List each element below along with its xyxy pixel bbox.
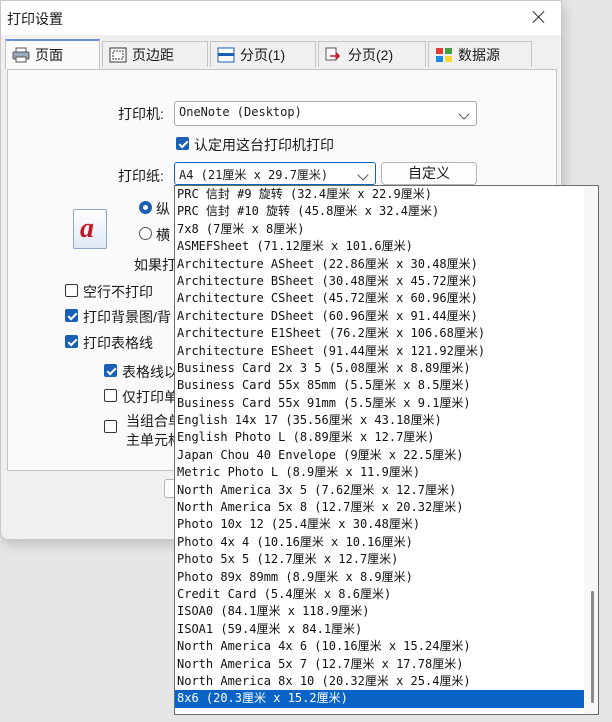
paper-option[interactable]: North America 5x 7 (12.7厘米 x 17.78厘米) [175,656,585,673]
tab-label: 页边距 [132,46,174,63]
tab-pagebreak-2[interactable]: 分页(2) [318,41,426,67]
paper-option[interactable]: English 14x 17 (35.56厘米 x 43.18厘米) [175,412,585,429]
paper-option[interactable]: Architecture ESheet (91.44厘米 x 121.92厘米) [175,343,585,360]
print-gridlines-label: 打印表格线 [83,335,153,351]
paper-option[interactable]: Architecture CSheet (45.72厘米 x 60.96厘米) [175,290,585,307]
close-button[interactable] [529,7,549,27]
tab-label: 页面 [35,47,63,63]
tab-label: 数据源 [458,46,500,63]
scrollbar-thumb[interactable] [591,591,594,703]
portrait-radio[interactable] [139,201,152,214]
print-only-checkbox[interactable] [104,389,117,402]
paper-value: A4 (21厘米 x 29.7厘米) [179,168,329,182]
paper-option[interactable]: North America 5x 8 (12.7厘米 x 20.32厘米) [175,499,585,516]
tab-pagebreak-1[interactable]: 分页(1) [210,41,316,67]
paper-option[interactable]: Metric Photo L (8.9厘米 x 11.9厘米) [175,464,585,481]
chevron-down-icon [357,169,369,181]
dropdown-scrollbar[interactable] [584,186,598,714]
margins-icon [109,47,127,63]
paper-size-dropdown[interactable]: PRC 信封 #9 旋转 (32.4厘米 x 22.9厘米) PRC 信封 #10… [174,185,599,715]
gridline-option-checkbox[interactable] [104,364,117,377]
paper-option[interactable]: Credit Card (5.4厘米 x 8.6厘米) [175,586,585,603]
printer-select[interactable]: OneNote (Desktop) [174,101,477,126]
if-text: 如果打 [134,257,176,273]
printer-icon [12,47,30,63]
orientation-glyph: a [80,213,94,244]
landscape-label: 横 [156,227,170,243]
page-split-icon [325,47,343,63]
paper-option[interactable]: Architecture ASheet (22.86厘米 x 30.48厘米) [175,256,585,273]
orientation-preview-icon: a [73,209,107,249]
print-gridlines-checkbox[interactable] [65,335,78,348]
paper-option[interactable]: English Photo L (8.89厘米 x 12.7厘米) [175,429,585,446]
print-background-label: 打印背景图/背 [83,309,171,325]
paper-option[interactable]: PRC 信封 #10 旋转 (45.8厘米 x 32.4厘米) [175,203,585,220]
portrait-label: 纵 [156,201,170,217]
paper-option[interactable]: North America 3x 5 (7.62厘米 x 12.7厘米) [175,482,585,499]
paper-option[interactable]: Japan Chou 40 Envelope (9厘米 x 22.5厘米) [175,447,585,464]
tab-page[interactable]: 页面 [5,39,100,69]
paper-option[interactable]: Photo 5x 5 (12.7厘米 x 12.7厘米) [175,551,585,568]
printer-value: OneNote (Desktop) [179,105,302,119]
printer-label: 打印机: [118,106,164,122]
paper-option[interactable]: Architecture DSheet (60.96厘米 x 91.44厘米) [175,308,585,325]
paper-option[interactable]: North America 8x 10 (20.32厘米 x 25.4厘米) [175,673,585,690]
gridline-option-label: 表格线以 [122,364,178,380]
tab-margins[interactable]: 页边距 [102,41,208,67]
tab-datasource[interactable]: 数据源 [428,41,532,67]
tab-label: 分页(2) [348,46,394,63]
dialog-title: 打印设置 [7,11,63,27]
skip-empty-rows-label: 空行不打印 [83,284,153,300]
paper-label: 打印纸: [118,168,164,184]
custom-paper-button[interactable]: 自定义 [381,162,477,185]
landscape-radio[interactable] [139,227,152,240]
paper-select[interactable]: A4 (21厘米 x 29.7厘米) [174,162,376,185]
paper-option[interactable]: ISOA0 (84.1厘米 x 118.9厘米) [175,603,585,620]
paper-option[interactable]: Photo 4x 4 (10.16厘米 x 10.16厘米) [175,534,585,551]
paper-option[interactable]: Architecture E1Sheet (76.2厘米 x 106.68厘米) [175,325,585,342]
paper-option[interactable]: Photo 10x 12 (25.4厘米 x 30.48厘米) [175,516,585,533]
paper-option[interactable]: North America 4x 6 (10.16厘米 x 15.24厘米) [175,638,585,655]
paper-option[interactable]: Architecture BSheet (30.48厘米 x 45.72厘米) [175,273,585,290]
print-background-checkbox[interactable] [65,309,78,322]
paper-option[interactable]: 8x6 (20.3厘米 x 15.2厘米) [175,690,585,708]
skip-empty-rows-checkbox[interactable] [65,284,78,297]
paper-option[interactable]: ISOA1 (59.4厘米 x 84.1厘米) [175,621,585,638]
paper-option[interactable]: Business Card 2x 3 5 (5.08厘米 x 8.89厘米) [175,360,585,377]
page-break-icon [217,47,235,63]
paper-size-list: PRC 信封 #9 旋转 (32.4厘米 x 22.9厘米) PRC 信封 #10… [175,186,585,708]
default-printer-label: 认定用这台打印机打印 [194,137,334,153]
paper-option[interactable]: PRC 信封 #9 旋转 (32.4厘米 x 22.9厘米) [175,186,585,203]
print-only-label: 仅打印单 [122,389,178,405]
paper-option[interactable]: Business Card 55x 85mm (5.5厘米 x 8.5厘米) [175,377,585,394]
paper-option[interactable]: 7x8 (7厘米 x 8厘米) [175,221,585,238]
datasource-icon [435,47,453,63]
paper-option[interactable]: Business Card 55x 91mm (5.5厘米 x 9.1厘米) [175,395,585,412]
title-bar: 打印设置 [1,1,561,35]
chevron-down-icon [458,108,470,120]
combined-cell-checkbox[interactable] [104,420,117,433]
paper-option[interactable]: Photo 89x 89mm (8.9厘米 x 8.9厘米) [175,569,585,586]
paper-option[interactable]: ASMEFSheet (71.12厘米 x 101.6厘米) [175,238,585,255]
default-printer-checkbox[interactable] [176,137,189,150]
tab-label: 分页(1) [240,46,286,63]
